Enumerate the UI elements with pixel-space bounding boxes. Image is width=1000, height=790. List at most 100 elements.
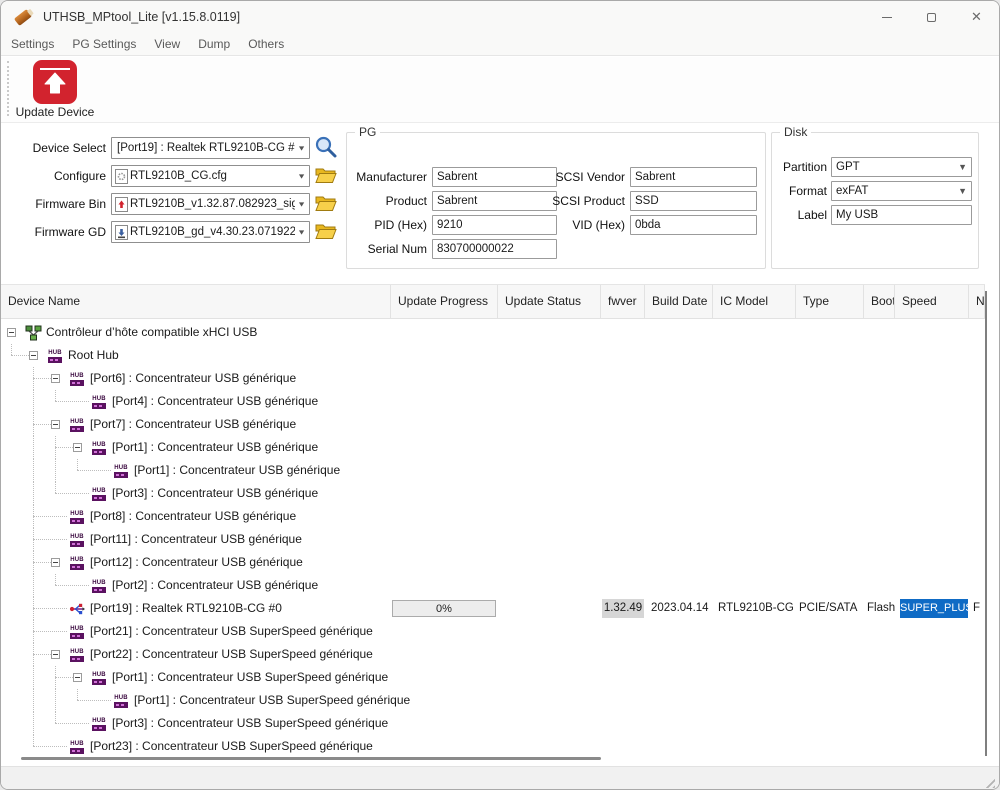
- scsi-product-field[interactable]: SSD: [630, 191, 757, 211]
- tree-guide-line: [77, 470, 111, 471]
- menu-item-pg-settings[interactable]: PG Settings: [63, 33, 145, 55]
- column-header-n[interactable]: N: [969, 285, 985, 318]
- column-header-device-name[interactable]: Device Name: [1, 285, 391, 318]
- usb-hub-icon: HUB: [68, 739, 86, 755]
- disk-group-title: Disk: [780, 125, 811, 139]
- tree-guide-line: [55, 666, 56, 677]
- tree-expander-collapse[interactable]: [7, 328, 16, 337]
- tree-expander-collapse[interactable]: [51, 420, 60, 429]
- maximize-button[interactable]: [909, 1, 954, 33]
- tree-node-name: [Port3] : Concentrateur USB générique: [112, 482, 318, 505]
- tree-row[interactable]: HUBRoot Hub: [1, 344, 1000, 367]
- tree-row[interactable]: HUB[Port1] : Concentrateur USB générique: [1, 436, 1000, 459]
- tree-node-name: Root Hub: [68, 344, 119, 367]
- disk-groupbox: Disk PartitionGPT▼FormatexFAT▼LabelMy US…: [771, 132, 979, 269]
- vertical-scrollbar[interactable]: [985, 291, 987, 756]
- truncated-cell: F: [973, 597, 984, 620]
- chevron-down-icon: ▼: [297, 228, 306, 236]
- tree-row[interactable]: HUB[Port23] : Concentrateur USB SuperSpe…: [1, 735, 1000, 758]
- tree-node-name: [Port7] : Concentrateur USB générique: [90, 413, 296, 436]
- tree-guide-line: [33, 390, 34, 413]
- product-field[interactable]: Sabrent: [432, 191, 557, 211]
- menu-item-dump[interactable]: Dump: [189, 33, 239, 55]
- tree-expander-collapse[interactable]: [51, 558, 60, 567]
- tree-node-name: [Port3] : Concentrateur USB SuperSpeed g…: [112, 712, 388, 735]
- configure-combobox[interactable]: RTL9210B_CG.cfg▼: [111, 165, 310, 187]
- tree-row[interactable]: HUB[Port7] : Concentrateur USB générique: [1, 413, 1000, 436]
- device-select-combobox[interactable]: [Port19] : Realtek RTL9210B-CG #0▼: [111, 137, 310, 159]
- partition-combobox[interactable]: GPT▼: [831, 157, 972, 177]
- tree-row[interactable]: HUB[Port4] : Concentrateur USB générique: [1, 390, 1000, 413]
- menu-item-view[interactable]: View: [145, 33, 189, 55]
- tree-expander-collapse[interactable]: [51, 374, 60, 383]
- search-icon: [314, 135, 338, 159]
- tree-row[interactable]: HUB[Port6] : Concentrateur USB générique: [1, 367, 1000, 390]
- column-header-type[interactable]: Type: [796, 285, 864, 318]
- tree-row[interactable]: HUB[Port21] : Concentrateur USB SuperSpe…: [1, 620, 1000, 643]
- vid-hex--field[interactable]: 0bda: [630, 215, 757, 235]
- tree-row[interactable]: HUB[Port1] : Concentrateur USB SuperSpee…: [1, 689, 1000, 712]
- tree-node-name: [Port6] : Concentrateur USB générique: [90, 367, 296, 390]
- tree-guide-line: [55, 677, 73, 678]
- tree-row[interactable]: HUB[Port2] : Concentrateur USB générique: [1, 574, 1000, 597]
- tree-node-name: Contrôleur d’hôte compatible xHCI USB: [46, 321, 257, 344]
- format-combobox[interactable]: exFAT▼: [831, 181, 972, 201]
- usb-hub-icon: HUB: [90, 716, 108, 732]
- app-window: UTHSB_MPtool_Lite [v1.15.8.0119] ✕ Setti…: [0, 0, 1000, 790]
- firmware-bin-browse-button[interactable]: [312, 191, 340, 215]
- update-device-button[interactable]: Update Device: [11, 60, 99, 120]
- scsi-vendor-field[interactable]: Sabrent: [630, 167, 757, 187]
- horizontal-scrollbar[interactable]: [21, 757, 601, 760]
- tree-row-device[interactable]: [Port19] : Realtek RTL9210B-CG #00%1.32.…: [1, 597, 1000, 620]
- tree-guide-line: [33, 654, 51, 655]
- usb-hub-icon: HUB: [46, 348, 64, 364]
- manufacturer-field[interactable]: Sabrent: [432, 167, 557, 187]
- column-header-update-status[interactable]: Update Status: [498, 285, 601, 318]
- configure-value: RTL9210B_CG.cfg: [130, 170, 295, 182]
- firmware-gd-browse-button[interactable]: [312, 219, 340, 243]
- column-header-update-progress[interactable]: Update Progress: [391, 285, 498, 318]
- firmware-bin-file-icon: [115, 197, 128, 212]
- usb-hub-icon: HUB: [90, 486, 108, 502]
- search-device-button[interactable]: [312, 135, 340, 159]
- tree-row[interactable]: HUB[Port8] : Concentrateur USB générique: [1, 505, 1000, 528]
- column-header-boot[interactable]: Boot: [864, 285, 895, 318]
- tree-guide-line: [33, 631, 67, 632]
- column-header-build-date[interactable]: Build Date: [645, 285, 713, 318]
- tree-guide-line: [33, 746, 67, 747]
- column-header-fwver[interactable]: fwver: [601, 285, 645, 318]
- speed-cell-selected[interactable]: SUPER_PLUS: [900, 599, 968, 618]
- tree-expander-collapse[interactable]: [73, 443, 82, 452]
- tree-row[interactable]: HUB[Port1] : Concentrateur USB SuperSpee…: [1, 666, 1000, 689]
- tree-row[interactable]: HUB[Port3] : Concentrateur USB générique: [1, 482, 1000, 505]
- close-button[interactable]: ✕: [954, 1, 999, 33]
- tree-expander-collapse[interactable]: [73, 673, 82, 682]
- menu-item-settings[interactable]: Settings: [1, 33, 63, 55]
- tree-guide-line: [33, 539, 67, 540]
- tree-row[interactable]: HUB[Port3] : Concentrateur USB SuperSpee…: [1, 712, 1000, 735]
- toolbar-grip[interactable]: [7, 61, 9, 116]
- tree-expander-collapse[interactable]: [29, 351, 38, 360]
- pid-hex--field[interactable]: 9210: [432, 215, 557, 235]
- tree-row[interactable]: HUB[Port1] : Concentrateur USB générique: [1, 459, 1000, 482]
- usb-device-icon: [68, 601, 86, 617]
- serial-num-field[interactable]: 830700000022: [432, 239, 557, 259]
- tree-guide-line: [33, 620, 34, 631]
- usb-hub-icon: HUB: [68, 647, 86, 663]
- menu-item-others[interactable]: Others: [239, 33, 293, 55]
- tree-guide-line: [33, 505, 34, 516]
- firmware-gd-combobox[interactable]: RTL9210B_gd_v4.30.23.071922.bin▼: [111, 221, 310, 243]
- column-header-speed[interactable]: Speed: [895, 285, 969, 318]
- label-field[interactable]: My USB: [831, 205, 972, 225]
- tree-row[interactable]: Contrôleur d’hôte compatible xHCI USB: [1, 321, 1000, 344]
- column-header-ic-model[interactable]: IC Model: [713, 285, 796, 318]
- tree-row[interactable]: HUB[Port12] : Concentrateur USB génériqu…: [1, 551, 1000, 574]
- tree-row[interactable]: HUB[Port22] : Concentrateur USB SuperSpe…: [1, 643, 1000, 666]
- minimize-button[interactable]: [864, 1, 909, 33]
- scsi-product-label: SCSI Product: [547, 191, 625, 211]
- resize-grip-icon[interactable]: [982, 775, 995, 788]
- tree-row[interactable]: HUB[Port11] : Concentrateur USB génériqu…: [1, 528, 1000, 551]
- configure-browse-button[interactable]: [312, 163, 340, 187]
- firmware-bin-combobox[interactable]: RTL9210B_v1.32.87.082923_signed.▼: [111, 193, 310, 215]
- tree-expander-collapse[interactable]: [51, 650, 60, 659]
